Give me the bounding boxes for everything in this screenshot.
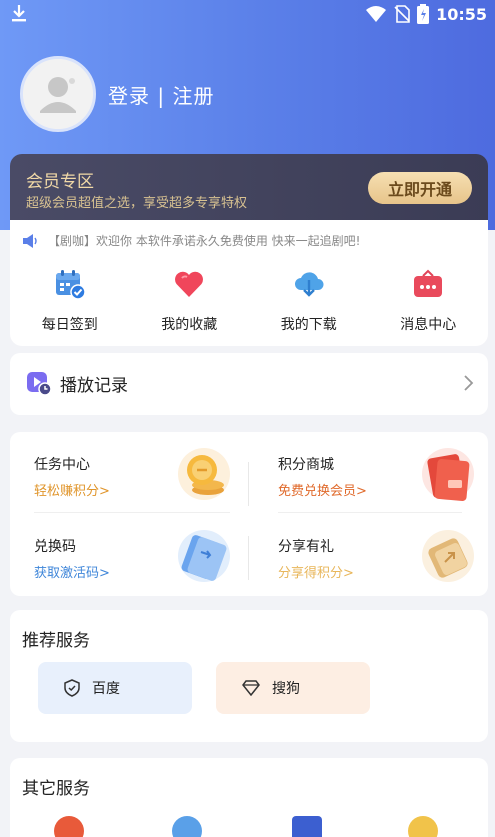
quick-action-label: 消息中心 (400, 317, 457, 333)
divider (278, 512, 462, 513)
gold-coin-icon (178, 448, 230, 500)
service-icon[interactable] (408, 816, 438, 837)
service-icon[interactable] (54, 816, 84, 837)
cloud-download-icon (294, 272, 324, 297)
notice-text: 【剧咖】欢迎你 本软件承诺永久免费使用 快来一起追剧吧! (48, 234, 361, 248)
vip-title: 会员专区 (26, 172, 94, 192)
recommended-services-card: 推荐服务 百度 搜狗 (10, 610, 488, 742)
default-avatar-icon (23, 59, 93, 129)
download-icon (12, 5, 26, 22)
service-icon[interactable] (292, 816, 322, 837)
status-time: 10:55 (436, 4, 487, 24)
calendar-check-icon (55, 270, 86, 300)
share-gift[interactable]: 分享有礼 分享得积分> (278, 530, 478, 598)
task-title: 积分商城 (278, 457, 334, 473)
task-center[interactable]: 任务中心 轻松赚积分> (34, 448, 234, 516)
heart-icon (175, 271, 204, 297)
avatar[interactable] (20, 56, 96, 132)
quick-action-downloads[interactable]: 我的下载 (249, 264, 369, 340)
vip-subtitle: 超级会员超值之选，享受超多专享特权 (26, 196, 248, 211)
wifi-icon (366, 6, 387, 22)
redeem-code[interactable]: 兑换码 获取激活码> (34, 530, 234, 598)
task-title: 兑换码 (34, 539, 76, 555)
points-mall[interactable]: 积分商城 免费兑换会员> (278, 448, 478, 516)
status-bar: 10:55 (0, 0, 495, 28)
divider (248, 462, 249, 506)
play-history-label: 播放记录 (60, 376, 128, 396)
card-swap-icon (178, 530, 230, 582)
quick-actions-row: 每日签到 我的收藏 我的下载 消息中心 (10, 264, 488, 340)
task-subtitle: 轻松赚积分> (34, 484, 110, 499)
message-box-icon (414, 269, 443, 297)
quick-action-messages[interactable]: 消息中心 (369, 264, 489, 340)
quick-action-daily-checkin[interactable]: 每日签到 (10, 264, 130, 340)
section-title: 其它服务 (22, 779, 90, 799)
quick-actions-card: 【剧咖】欢迎你 本软件承诺永久免费使用 快来一起追剧吧! 每日签到 我的收藏 我… (10, 220, 488, 346)
section-title: 推荐服务 (22, 631, 90, 651)
play-history-row[interactable]: 播放记录 (10, 353, 488, 415)
other-services-card: 其它服务 (10, 758, 488, 837)
coupon-icon (422, 448, 474, 501)
quick-action-label: 我的收藏 (161, 317, 218, 333)
play-history-icon (27, 372, 52, 396)
service-label: 百度 (92, 681, 120, 697)
divider (34, 512, 230, 513)
service-baidu[interactable]: 百度 (38, 662, 192, 714)
task-subtitle: 免费兑换会员> (278, 484, 367, 499)
task-title: 分享有礼 (278, 539, 334, 555)
task-subtitle: 分享得积分> (278, 566, 354, 581)
task-subtitle: 获取激活码> (34, 566, 110, 581)
speaker-icon (23, 233, 37, 248)
quick-action-favorites[interactable]: 我的收藏 (130, 264, 250, 340)
quick-action-label: 我的下载 (280, 317, 337, 333)
no-sim-icon (394, 5, 410, 23)
service-icon[interactable] (172, 816, 202, 837)
divider (248, 536, 249, 580)
diamond-icon (242, 680, 260, 696)
task-title: 任务中心 (34, 457, 90, 473)
login-register-link[interactable]: 登录 | 注册 (108, 80, 214, 109)
battery-icon (417, 4, 430, 24)
chevron-right-icon (464, 375, 474, 391)
quick-action-label: 每日签到 (41, 317, 98, 333)
vip-open-button[interactable]: 立即开通 (368, 172, 472, 204)
notice-bar[interactable]: 【剧咖】欢迎你 本软件承诺永久免费使用 快来一起追剧吧! (22, 232, 360, 249)
service-label: 搜狗 (272, 681, 300, 697)
tasks-card: 任务中心 轻松赚积分> 积分商城 免费兑换会员> 兑换码 获取激活码> 分享有礼… (10, 432, 488, 596)
service-sogou[interactable]: 搜狗 (216, 662, 370, 714)
vip-banner[interactable]: 会员专区 超级会员超值之选，享受超多专享特权 立即开通 (10, 154, 488, 220)
share-gift-icon (422, 530, 474, 582)
shield-icon (64, 679, 80, 697)
